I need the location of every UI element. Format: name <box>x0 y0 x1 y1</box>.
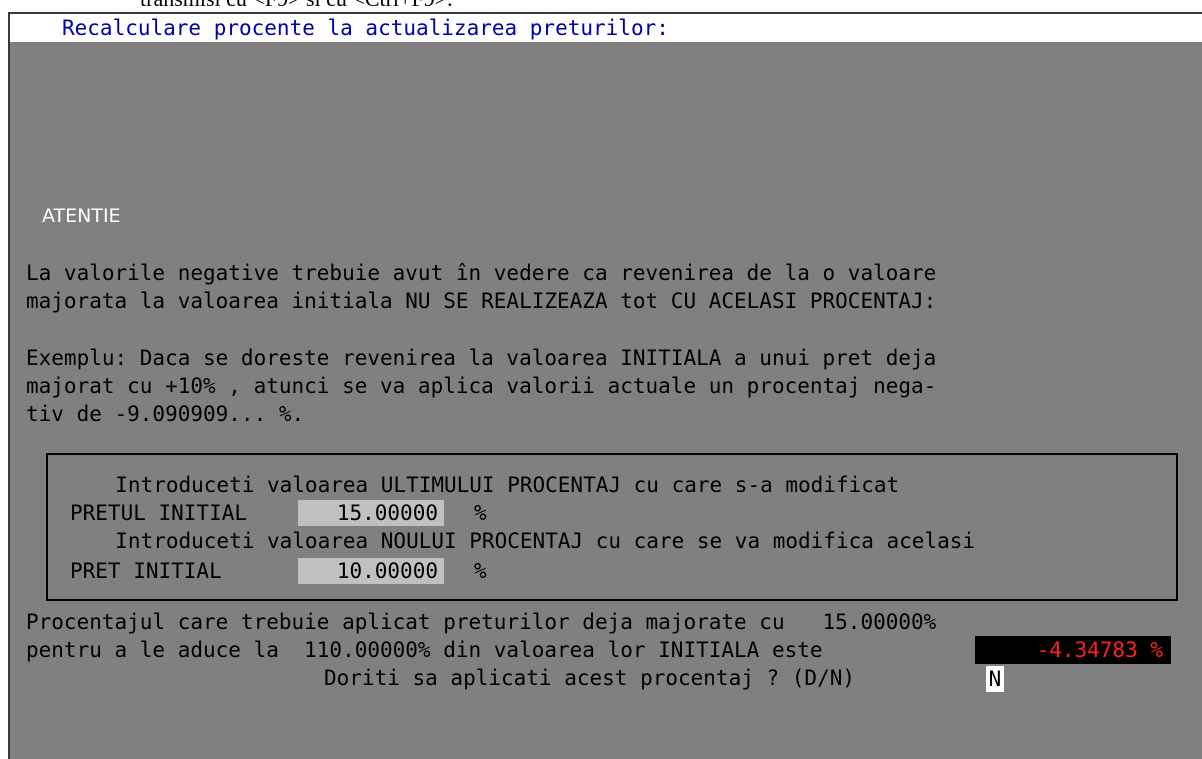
last-percentage-label: PRETUL INITIAL <box>70 501 248 525</box>
warning-heading: ATENTIE <box>42 205 121 227</box>
warning-line: majorata la valoarea initiala NU SE REAL… <box>26 289 937 313</box>
example-line: tiv de -9.090909... %. <box>26 402 305 426</box>
new-percentage-unit: % <box>474 559 487 583</box>
new-percentage-prompt: Introduceti valoarea NOULUI PROCENTAJ cu… <box>90 529 976 553</box>
result-line: pentru a le aduce la 110.00000% din valo… <box>26 638 823 662</box>
window-title: Recalculare procente la actualizarea pre… <box>62 16 669 40</box>
example-line: majorat cu +10% , atunci se va aplica va… <box>26 374 937 398</box>
example-line: Exemplu: Daca se doreste revenirea la va… <box>26 346 937 370</box>
confirm-question: Doriti sa aplicati acest procentaj ? (D/… <box>324 666 856 690</box>
new-percentage-input[interactable]: 10.00000 <box>298 558 444 584</box>
computed-percentage: -4.34783 % <box>975 636 1171 664</box>
background-window-text: transmisi cu <F9> si cu <Ctrl+F9>. <box>140 0 453 12</box>
percentage-input-box: Introduceti valoarea ULTIMULUI PROCENTAJ… <box>46 453 1178 601</box>
new-percentage-label: PRET INITIAL <box>70 559 222 583</box>
warning-line: La valorile negative trebuie avut în ved… <box>26 261 937 285</box>
result-line: Procentajul care trebuie aplicat preturi… <box>26 610 937 634</box>
title-bar: Recalculare procente la actualizarea pre… <box>10 14 1202 42</box>
background-window-strip: transmisi cu <F9> si cu <Ctrl+F9>. <box>0 0 1202 12</box>
console-window: Recalculare procente la actualizarea pre… <box>8 12 1202 759</box>
confirm-answer-input[interactable]: N <box>986 666 1004 692</box>
last-percentage-prompt: Introduceti valoarea ULTIMULUI PROCENTAJ… <box>90 473 900 497</box>
last-percentage-unit: % <box>474 501 487 525</box>
last-percentage-input[interactable]: 15.00000 <box>298 500 444 526</box>
